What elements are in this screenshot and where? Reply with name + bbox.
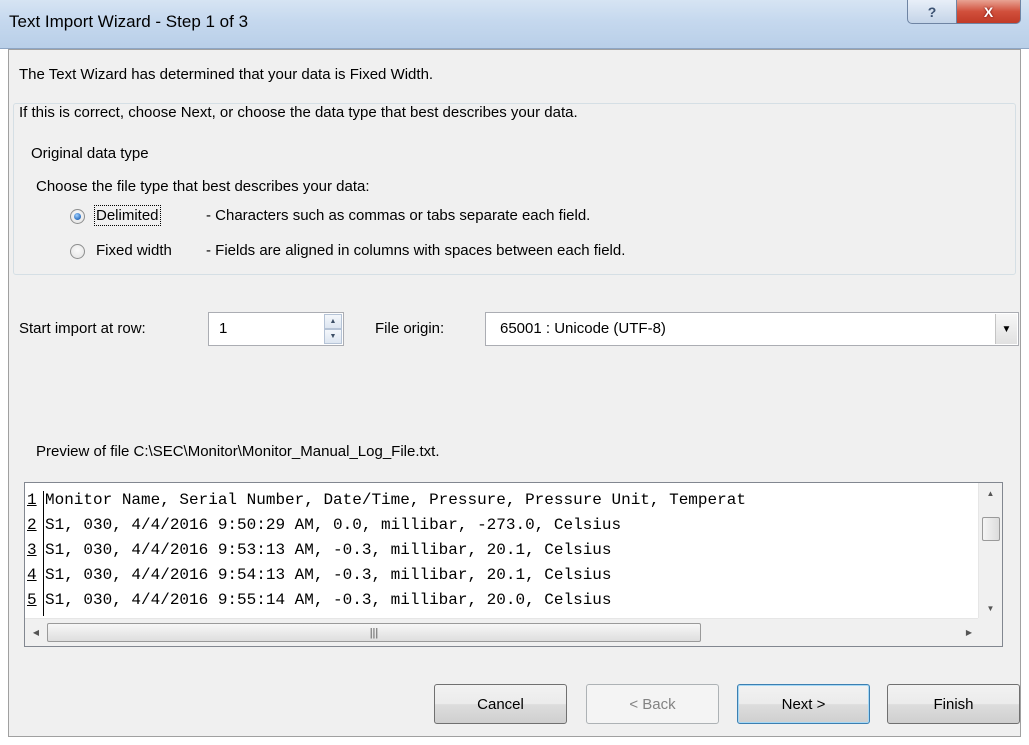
start-row-value: 1: [219, 320, 228, 337]
column-divider: [43, 541, 44, 566]
group-legend: Original data type: [28, 145, 152, 162]
next-button[interactable]: Next >: [737, 684, 870, 724]
column-divider: [43, 566, 44, 591]
fixed-width-label[interactable]: Fixed width: [96, 242, 172, 259]
start-row-label: Start import at row:: [19, 320, 146, 337]
preview-label: Preview of file C:\SEC\Monitor\Monitor_M…: [36, 443, 440, 460]
delimited-label[interactable]: Delimited: [94, 205, 161, 226]
file-type-prompt: Choose the file type that best describes…: [36, 178, 370, 195]
preview-row-number: 3: [27, 541, 37, 559]
delimited-description: - Characters such as commas or tabs sepa…: [206, 207, 591, 224]
column-divider: [43, 491, 44, 516]
scroll-right-icon[interactable]: ▶: [958, 619, 980, 646]
column-divider: [43, 516, 44, 541]
horizontal-scrollbar[interactable]: ◀ ||| ▶: [25, 618, 980, 646]
scrollbar-corner: [978, 618, 1002, 646]
preview-row: 2 S1, 030, 4/4/2016 9:50:29 AM, 0.0, mil…: [27, 516, 951, 541]
file-origin-label: File origin:: [375, 320, 445, 337]
radio-fixed-width[interactable]: [70, 244, 85, 259]
back-button[interactable]: < Back: [586, 684, 719, 724]
column-divider: [43, 591, 44, 616]
preview-row-number: 5: [27, 591, 37, 609]
finish-button[interactable]: Finish: [887, 684, 1020, 724]
scroll-left-icon[interactable]: ◀: [25, 619, 47, 646]
vertical-scrollbar[interactable]: ▲ ▼: [978, 483, 1002, 618]
vertical-scroll-thumb[interactable]: [982, 517, 1000, 541]
preview-row-number: 4: [27, 566, 37, 584]
preview-row-text: S1, 030, 4/4/2016 9:50:29 AM, 0.0, milli…: [45, 516, 622, 534]
radio-delimited[interactable]: [70, 209, 85, 224]
grip-icon: |||: [369, 626, 379, 639]
chevron-down-icon[interactable]: ▼: [995, 314, 1017, 344]
file-origin-value: 65001 : Unicode (UTF-8): [500, 320, 666, 337]
fixed-width-description: - Fields are aligned in columns with spa…: [206, 242, 626, 259]
intro-line-1: The Text Wizard has determined that your…: [19, 66, 434, 83]
preview-row: 4 S1, 030, 4/4/2016 9:54:13 AM, -0.3, mi…: [27, 566, 951, 591]
preview-row: 1 Monitor Name, Serial Number, Date/Time…: [27, 491, 951, 516]
close-button[interactable]: X: [957, 0, 1021, 24]
preview-pane[interactable]: 1 Monitor Name, Serial Number, Date/Time…: [24, 482, 1003, 647]
preview-row-number: 1: [27, 491, 37, 509]
horizontal-scroll-thumb[interactable]: |||: [47, 623, 701, 642]
help-button[interactable]: ?: [907, 0, 957, 24]
preview-row-text: S1, 030, 4/4/2016 9:54:13 AM, -0.3, mill…: [45, 566, 612, 584]
cancel-button[interactable]: Cancel: [434, 684, 567, 724]
window-controls: ? X: [907, 0, 1021, 26]
preview-rows: 1 Monitor Name, Serial Number, Date/Time…: [27, 491, 951, 616]
window-title: Text Import Wizard - Step 1 of 3: [9, 12, 249, 31]
file-origin-select[interactable]: 65001 : Unicode (UTF-8) ▼: [485, 312, 1019, 346]
title-bar: Text Import Wizard - Step 1 of 3 ? X: [0, 0, 1029, 49]
preview-row: 5 S1, 030, 4/4/2016 9:55:14 AM, -0.3, mi…: [27, 591, 951, 616]
spin-down-icon[interactable]: ▼: [324, 329, 342, 344]
start-row-spinner[interactable]: 1 ▲ ▼: [208, 312, 344, 346]
preview-row-number: 2: [27, 516, 37, 534]
preview-row-text: S1, 030, 4/4/2016 9:55:14 AM, -0.3, mill…: [45, 591, 612, 609]
spin-buttons: ▲ ▼: [324, 314, 342, 344]
preview-row-text: S1, 030, 4/4/2016 9:53:13 AM, -0.3, mill…: [45, 541, 612, 559]
preview-row-text: Monitor Name, Serial Number, Date/Time, …: [45, 491, 746, 509]
scroll-up-icon[interactable]: ▲: [979, 483, 1002, 503]
scroll-down-icon[interactable]: ▼: [979, 598, 1002, 618]
spin-up-icon[interactable]: ▲: [324, 314, 342, 329]
preview-row: 3 S1, 030, 4/4/2016 9:53:13 AM, -0.3, mi…: [27, 541, 951, 566]
